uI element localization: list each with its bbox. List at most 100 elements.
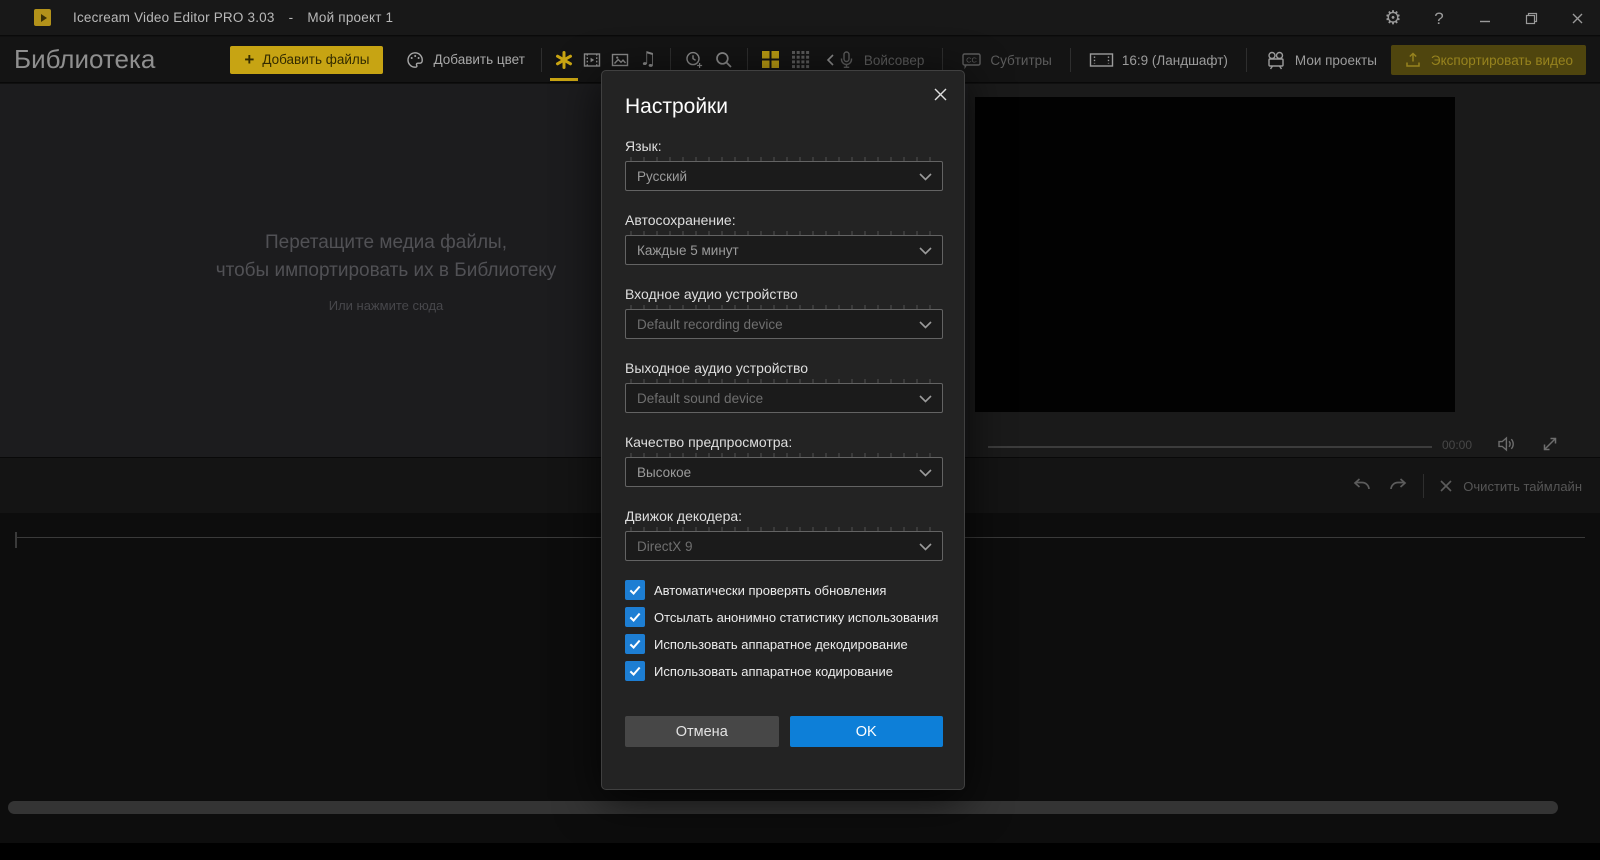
svg-text:CC: CC xyxy=(966,55,977,64)
minimize-button[interactable] xyxy=(1462,0,1508,36)
autosave-select[interactable]: Каждые 5 минут xyxy=(625,235,943,265)
window-title: Icecream Video Editor PRO 3.03 - Мой про… xyxy=(73,10,393,25)
voiceover-label: Войсовер xyxy=(864,53,925,68)
gear-icon: ⚙ xyxy=(1384,9,1401,28)
toolbar-divider xyxy=(1070,48,1071,72)
help-button[interactable]: ? xyxy=(1416,0,1462,36)
filter-all-tab[interactable] xyxy=(550,37,578,83)
language-select[interactable]: Русский xyxy=(625,161,943,191)
large-grid-icon xyxy=(761,50,780,69)
cc-subtitles-icon: CC xyxy=(961,50,982,70)
close-icon xyxy=(933,87,948,102)
restore-button[interactable] xyxy=(1508,0,1554,36)
redo-icon xyxy=(1387,474,1409,494)
language-label: Язык: xyxy=(625,138,943,154)
toolbar-divider xyxy=(942,48,943,72)
dialog-buttons: Отмена OK xyxy=(625,716,943,747)
checkbox-checked-icon xyxy=(625,580,645,600)
add-color-button[interactable]: Добавить цвет xyxy=(397,46,532,74)
settings-gear-button[interactable]: ⚙ xyxy=(1370,0,1416,36)
plus-icon: + xyxy=(244,51,254,68)
check-hardware-decoding[interactable]: Использовать аппаратное декодирование xyxy=(625,634,943,654)
add-files-button[interactable]: + Добавить файлы xyxy=(230,46,383,74)
redo-button[interactable] xyxy=(1387,474,1409,499)
app-logo-icon xyxy=(34,9,51,26)
aspect-ratio-button[interactable]: 16:9 (Ландшафт) xyxy=(1089,50,1228,70)
decoder-engine-select[interactable]: DirectX 9 xyxy=(625,531,943,561)
movie-camera-icon xyxy=(1265,50,1287,70)
export-video-label: Экспортировать видео xyxy=(1431,53,1573,68)
audio-output-label: Выходное аудио устройство xyxy=(625,360,943,376)
my-projects-button[interactable]: Мои проекты xyxy=(1265,50,1377,70)
seek-bar[interactable] xyxy=(988,446,1432,448)
palette-icon xyxy=(405,50,425,70)
clock-star-icon xyxy=(684,50,704,70)
close-icon xyxy=(1571,12,1584,25)
cancel-button[interactable]: Отмена xyxy=(625,716,779,747)
app-title: Icecream Video Editor PRO 3.03 xyxy=(73,10,275,25)
ok-button[interactable]: OK xyxy=(790,716,944,747)
aspect-ratio-label: 16:9 (Ландшафт) xyxy=(1122,53,1228,68)
add-files-label: Добавить файлы xyxy=(262,52,369,67)
image-icon xyxy=(610,50,630,70)
audio-input-label: Входное аудио устройство xyxy=(625,286,943,302)
restore-icon xyxy=(1524,11,1539,26)
check-auto-updates[interactable]: Автоматически проверять обновления xyxy=(625,580,943,600)
preview-quality-label: Качество предпросмотра: xyxy=(625,434,943,450)
audio-output-select[interactable]: Default sound device xyxy=(625,383,943,413)
undo-button[interactable] xyxy=(1351,474,1373,499)
undo-icon xyxy=(1351,474,1373,494)
preview-panel: 00:00 xyxy=(968,84,1600,457)
subtitles-label: Субтитры xyxy=(990,53,1052,68)
add-color-label: Добавить цвет xyxy=(433,52,524,67)
check-send-statistics[interactable]: Отсылать анонимно статистику использован… xyxy=(625,607,943,627)
export-video-button[interactable]: Экспортировать видео xyxy=(1391,45,1586,75)
fullscreen-button[interactable] xyxy=(1540,434,1560,459)
music-note-icon: ♫ xyxy=(639,50,656,69)
toolbar-divider xyxy=(1246,48,1247,72)
microphone-icon xyxy=(837,50,856,70)
chevron-down-icon xyxy=(919,173,932,181)
clear-x-icon xyxy=(1438,478,1454,494)
speaker-icon xyxy=(1496,434,1517,454)
clear-timeline-label: Очистить таймлайн xyxy=(1463,479,1582,494)
settings-dialog: Настройки Язык: Русский Автосохранение: … xyxy=(601,70,965,790)
clear-timeline-button[interactable]: Очистить таймлайн xyxy=(1438,478,1582,494)
horizontal-scrollbar[interactable] xyxy=(8,801,1558,814)
bottom-strip xyxy=(0,843,1600,860)
checkbox-checked-icon xyxy=(625,634,645,654)
preview-quality-select[interactable]: Высокое xyxy=(625,457,943,487)
voiceover-button[interactable]: Войсовер xyxy=(837,50,925,70)
chevron-down-icon xyxy=(919,395,932,403)
decoder-engine-label: Движок декодера: xyxy=(625,508,943,524)
minimize-icon xyxy=(1478,11,1492,25)
search-icon xyxy=(714,50,734,70)
library-section-title: Библиотека xyxy=(14,44,155,75)
dialog-close-button[interactable] xyxy=(929,83,951,105)
volume-button[interactable] xyxy=(1496,434,1517,459)
check-hardware-encoding[interactable]: Использовать аппаратное кодирование xyxy=(625,661,943,681)
star-asterisk-icon xyxy=(554,50,574,70)
chevron-down-icon xyxy=(919,321,932,329)
close-window-button[interactable] xyxy=(1554,0,1600,36)
timeline-divider xyxy=(1423,474,1424,498)
autosave-label: Автосохранение: xyxy=(625,212,943,228)
help-icon: ? xyxy=(1434,10,1443,27)
aspect-ratio-icon xyxy=(1089,50,1114,70)
video-preview xyxy=(975,97,1455,412)
fullscreen-icon xyxy=(1540,434,1560,454)
subtitles-button[interactable]: CC Субтитры xyxy=(961,50,1052,70)
chevron-down-icon xyxy=(919,469,932,477)
toolbar-divider xyxy=(541,48,542,72)
small-grid-icon xyxy=(791,50,810,69)
playback-time: 00:00 xyxy=(1442,438,1472,452)
chevron-down-icon xyxy=(919,247,932,255)
audio-input-select[interactable]: Default recording device xyxy=(625,309,943,339)
title-bar: Icecream Video Editor PRO 3.03 - Мой про… xyxy=(0,0,1600,36)
project-name: Мой проект 1 xyxy=(307,10,393,25)
playhead-marker[interactable] xyxy=(15,532,17,548)
window-controls: ⚙ ? xyxy=(1370,0,1600,36)
timeline-actions: Очистить таймлайн xyxy=(1351,458,1582,514)
settings-checkbox-group: Автоматически проверять обновления Отсыл… xyxy=(625,580,943,681)
title-separator: - xyxy=(289,10,294,25)
